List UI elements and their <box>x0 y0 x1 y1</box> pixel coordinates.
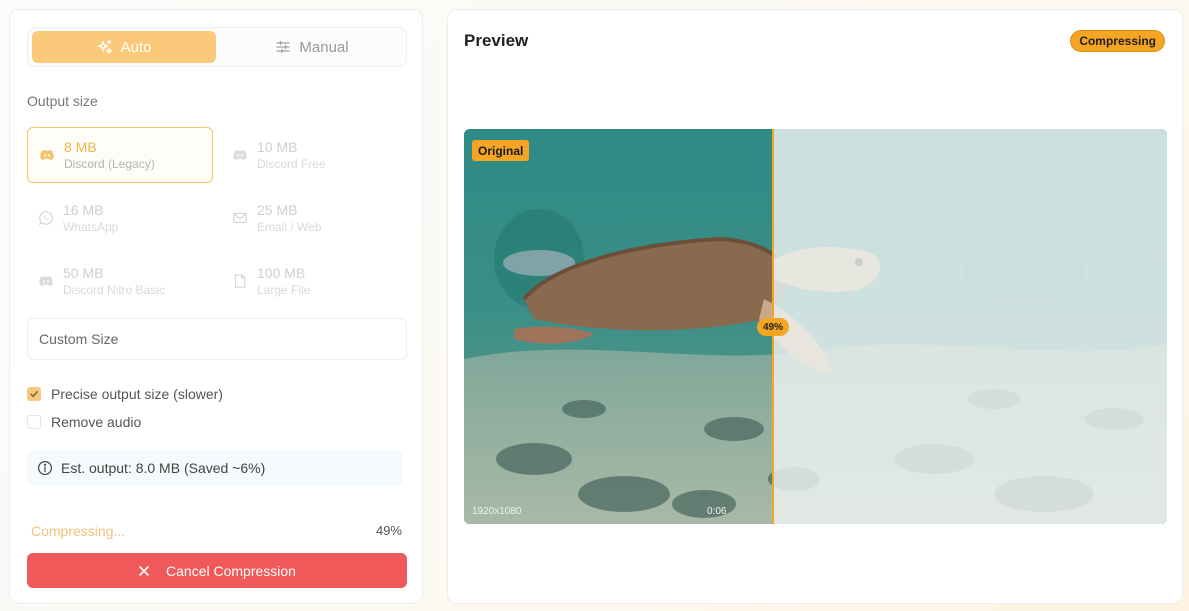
compressed-preview-overlay <box>773 129 1167 524</box>
precise-size-option[interactable]: Precise output size (slower) <box>27 386 223 402</box>
size-option-10mb[interactable]: 10 MB Discord Free <box>221 127 407 183</box>
option-size-text: 25 MB <box>257 201 298 218</box>
auto-mode-label: Auto <box>120 38 152 56</box>
preview-title: Preview <box>464 31 529 50</box>
whatsapp-icon <box>38 211 53 226</box>
file-icon <box>234 274 246 288</box>
discord-icon <box>39 276 53 286</box>
size-option-8mb[interactable]: 8 MB Discord (Legacy) <box>27 127 213 183</box>
manual-mode-button[interactable]: Manual <box>220 31 404 63</box>
sparkles-icon <box>97 39 112 54</box>
precise-size-label: Precise output size (slower) <box>51 386 223 402</box>
remove-audio-label: Remove audio <box>51 414 142 430</box>
size-option-25mb[interactable]: 25 MB Email / Web <box>221 190 407 246</box>
discord-icon <box>40 150 54 160</box>
option-desc-text: Discord (Legacy) <box>64 156 155 171</box>
settings-panel: Auto Manual Output size 8 MB Discord (Le… <box>9 9 423 604</box>
info-icon <box>37 460 53 476</box>
status-badge: Compressing <box>1070 30 1165 52</box>
option-size-text: 50 MB <box>63 264 104 281</box>
duration-text: 0:06 <box>707 506 727 517</box>
original-label: Original <box>472 140 530 161</box>
precise-size-checkbox[interactable] <box>27 387 41 401</box>
option-desc-text: WhatsApp <box>63 219 119 234</box>
option-desc-text: Large File <box>257 282 311 297</box>
discord-icon <box>233 150 247 160</box>
size-option-50mb[interactable]: 50 MB Discord Nitro Basic <box>27 253 213 309</box>
sliders-icon <box>276 40 291 54</box>
estimate-text: Est. output: 8.0 MB (Saved ~6%) <box>61 460 266 476</box>
mail-icon <box>233 212 247 224</box>
progress-label: Compressing... <box>31 523 126 539</box>
option-size-text: 16 MB <box>63 201 104 218</box>
cancel-compression-label: Cancel Compression <box>166 562 296 579</box>
mode-toggle: Auto Manual <box>27 27 407 67</box>
output-size-label: Output size <box>27 93 98 109</box>
comparison-viewer[interactable]: 49% Original 1920x1080 0:06 8.0 MB <box>464 129 1167 524</box>
size-option-100mb[interactable]: 100 MB Large File <box>221 253 407 309</box>
compressed-size-text: 8.0 MB <box>1127 506 1159 517</box>
resolution-text: 1920x1080 <box>472 506 522 517</box>
auto-mode-button[interactable]: Auto <box>32 31 216 63</box>
remove-audio-checkbox[interactable] <box>27 415 41 429</box>
divider-handle[interactable]: 49% <box>756 318 790 336</box>
estimate-box: Est. output: 8.0 MB (Saved ~6%) <box>27 450 403 486</box>
close-icon <box>139 565 149 576</box>
option-desc-text: Email / Web <box>257 219 322 234</box>
checkmark-icon <box>30 391 38 398</box>
preview-panel: Preview Compressing 49% Original 1920x10… <box>447 9 1183 604</box>
manual-mode-label: Manual <box>299 38 349 56</box>
cancel-compression-button[interactable]: Cancel Compression <box>27 553 407 588</box>
option-size-text: 8 MB <box>64 138 97 155</box>
progress-percent: 49% <box>375 523 402 538</box>
option-size-text: 100 MB <box>257 264 306 281</box>
option-desc-text: Discord Free <box>257 156 326 171</box>
option-desc-text: Discord Nitro Basic <box>63 282 166 297</box>
size-option-16mb[interactable]: 16 MB WhatsApp <box>27 190 213 246</box>
remove-audio-option[interactable]: Remove audio <box>27 414 141 430</box>
option-size-text: 10 MB <box>257 138 298 155</box>
custom-size-input[interactable] <box>27 318 407 360</box>
